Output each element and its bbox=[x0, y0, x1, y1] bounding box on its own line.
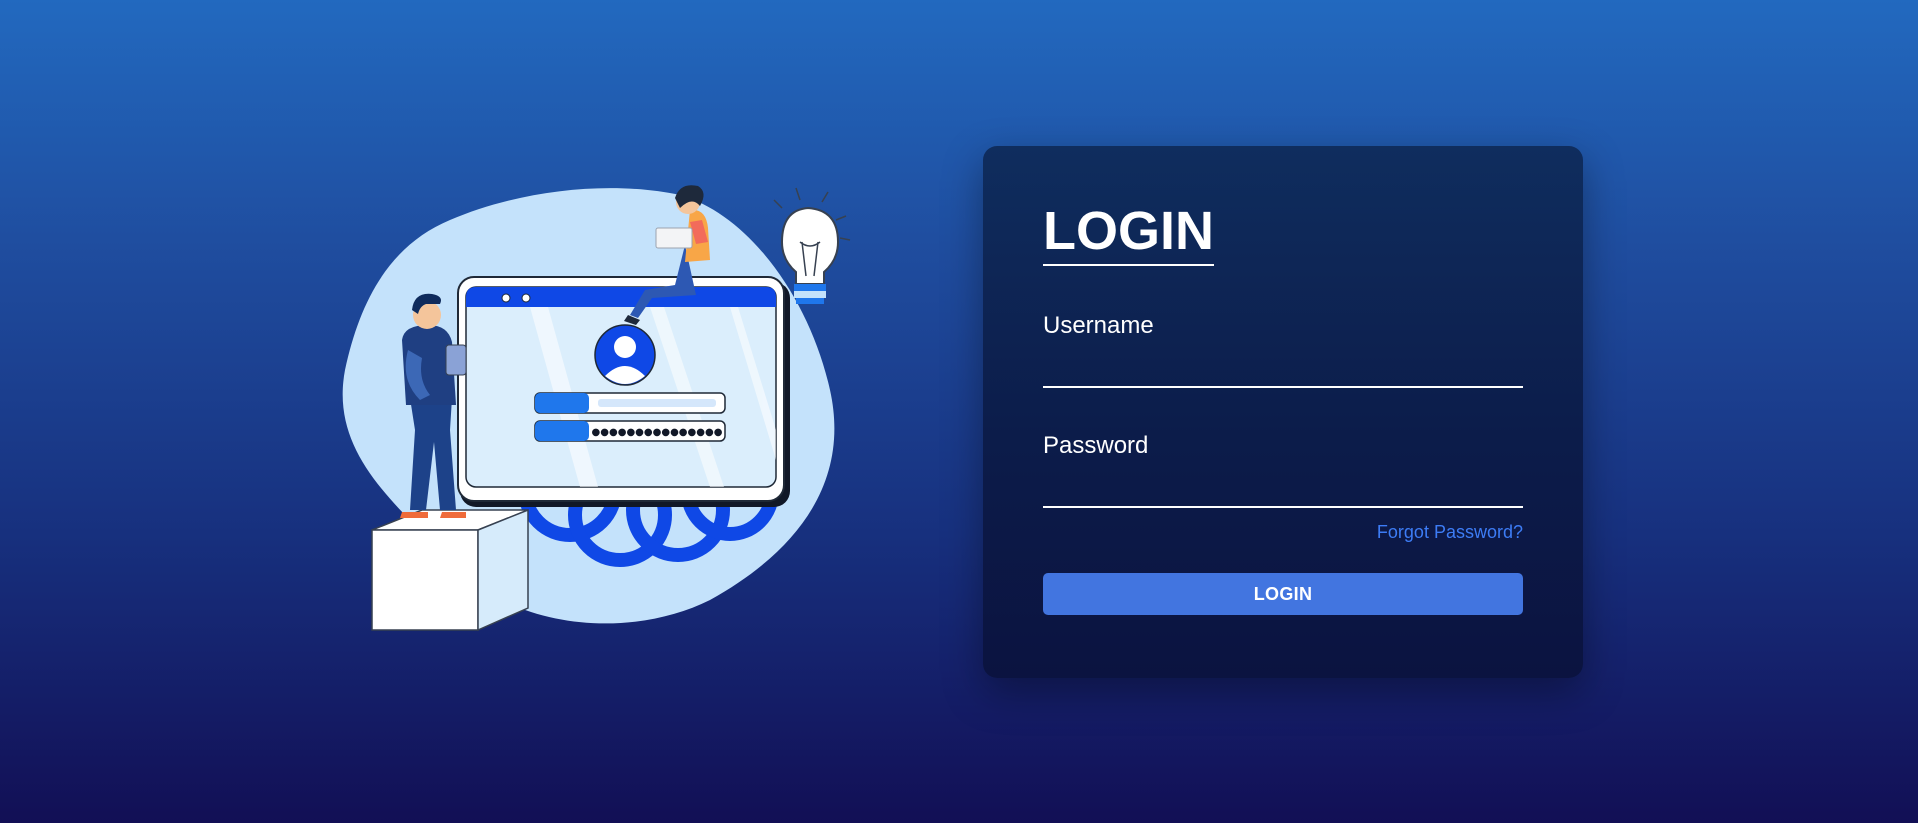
login-title: LOGIN bbox=[1043, 204, 1214, 266]
login-button[interactable]: LOGIN bbox=[1043, 573, 1523, 615]
user-avatar-icon bbox=[594, 324, 656, 386]
username-input[interactable] bbox=[1043, 354, 1523, 388]
login-illustration: ●●●●●●●●●●●●●●● bbox=[330, 180, 860, 640]
illustration-password-mask: ●●●●●●●●●●●●●●● bbox=[592, 427, 723, 438]
forgot-password-link[interactable]: Forgot Password? bbox=[1043, 522, 1523, 543]
password-field: Password bbox=[1043, 432, 1523, 508]
password-input[interactable] bbox=[1043, 474, 1523, 508]
login-card: LOGIN Username Password Forgot Password?… bbox=[983, 146, 1583, 678]
username-label: Username bbox=[1043, 312, 1154, 339]
username-field: Username bbox=[1043, 312, 1523, 388]
password-label: Password bbox=[1043, 432, 1149, 459]
